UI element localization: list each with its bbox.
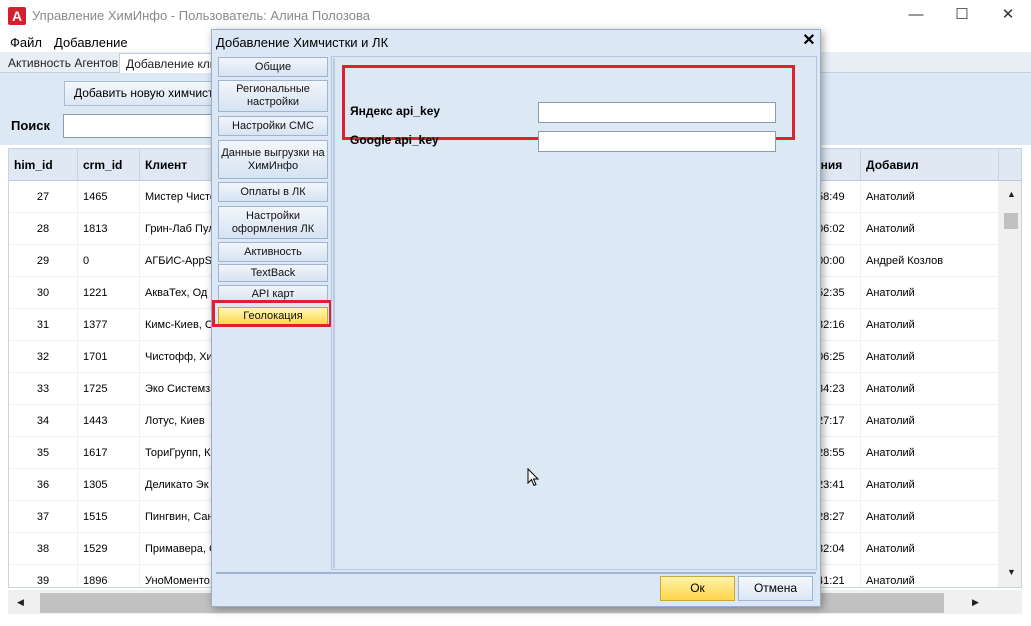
cell-crm-id: 1377 [78,309,140,341]
google-api-key-input[interactable] [538,131,776,152]
cell-crm-id: 1725 [78,373,140,405]
maximize-button[interactable]: ☐ [939,0,985,32]
cell-added-by: Анатолий [861,341,999,373]
vertical-scroll-thumb[interactable] [1004,213,1018,229]
column-header-added-by[interactable]: Добавил [861,149,999,181]
cell-him-id: 38 [9,533,78,565]
dialog-content-panel: Яндекс api_key Google api_key [331,56,817,570]
cell-crm-id: 1701 [78,341,140,373]
cell-added-by: Анатолий [861,309,999,341]
menu-add[interactable]: Добавление [54,35,128,50]
search-input[interactable] [63,114,223,138]
window-titlebar: A Управление ХимИнфо - Пользователь: Али… [0,0,1031,32]
cell-him-id: 28 [9,213,78,245]
app-logo-icon: A [8,7,26,25]
cell-him-id: 36 [9,469,78,501]
cell-crm-id: 1305 [78,469,140,501]
cell-him-id: 34 [9,405,78,437]
highlight-box-nav [212,300,332,327]
tab-agent-activity[interactable]: Активность Агентов [2,53,124,73]
cell-crm-id: 0 [78,245,140,277]
cell-added-by: Анатолий [861,501,999,533]
column-header-crm-id[interactable]: crm_id [78,149,140,181]
scroll-up-arrow-icon[interactable]: ▲ [1007,189,1016,199]
cell-added-by: Анатолий [861,565,999,587]
geolocation-settings: Яндекс api_key Google api_key [333,58,813,568]
cell-him-id: 32 [9,341,78,373]
cell-crm-id: 1443 [78,405,140,437]
vertical-scrollbar[interactable]: ▲ ▼ [999,181,1021,587]
cell-him-id: 33 [9,373,78,405]
cell-him-id: 30 [9,277,78,309]
cell-added-by: Анатолий [861,277,999,309]
cell-crm-id: 1617 [78,437,140,469]
window-title: Управление ХимИнфо - Пользователь: Алина… [32,8,371,23]
cell-added-by: Анатолий [861,437,999,469]
ok-button[interactable]: Ок [660,576,735,601]
cell-him-id: 35 [9,437,78,469]
search-label: Поиск [11,118,51,133]
cell-crm-id: 1465 [78,181,140,213]
cell-him-id: 29 [9,245,78,277]
nav-sms-settings[interactable]: Настройки СМС [218,116,328,136]
nav-payments[interactable]: Оплаты в ЛК [218,182,328,202]
add-drycleaner-dialog: Добавление Химчистки и ЛК ✕ Общие Регион… [211,29,821,607]
cell-crm-id: 1896 [78,565,140,587]
cancel-button[interactable]: Отмена [738,576,813,601]
dialog-titlebar: Добавление Химчистки и ЛК ✕ [212,30,820,54]
nav-activity[interactable]: Активность [218,242,328,262]
yandex-api-key-input[interactable] [538,102,776,123]
mouse-cursor-icon [527,468,540,487]
cell-added-by: Анатолий [861,469,999,501]
nav-export-data[interactable]: Данные выгрузки на ХимИнфо [218,140,328,179]
cell-added-by: Анатолий [861,533,999,565]
cell-him-id: 27 [9,181,78,213]
google-api-key-label: Google api_key [350,133,439,147]
column-header-him-id[interactable]: him_id [9,149,78,181]
yandex-api-key-label: Яндекс api_key [350,104,441,118]
cell-crm-id: 1529 [78,533,140,565]
cell-crm-id: 1221 [78,277,140,309]
nav-design-settings[interactable]: Настройки оформления ЛК [218,206,328,239]
dialog-footer-divider [216,572,816,574]
cell-crm-id: 1813 [78,213,140,245]
dialog-close-icon[interactable]: ✕ [800,32,818,50]
nav-general[interactable]: Общие [218,57,328,77]
tab-add-client[interactable]: Добавление клие [119,53,215,73]
scroll-right-arrow-icon[interactable]: ▶ [972,597,979,608]
minimize-button[interactable]: — [893,0,939,32]
add-drycleaner-button[interactable]: Добавить новую химчистку [64,81,224,106]
cell-him-id: 31 [9,309,78,341]
cell-added-by: Анатолий [861,373,999,405]
scroll-down-arrow-icon[interactable]: ▼ [1007,567,1016,577]
cell-added-by: Анатолий [861,181,999,213]
cell-added-by: Андрей Козлов [861,245,999,277]
cell-him-id: 39 [9,565,78,587]
cell-him-id: 37 [9,501,78,533]
close-window-button[interactable]: ✕ [985,0,1031,32]
nav-textback[interactable]: TextBack [218,264,328,282]
cell-added-by: Анатолий [861,405,999,437]
nav-regional-settings[interactable]: Региональные настройки [218,80,328,112]
dialog-title: Добавление Химчистки и ЛК [216,35,389,50]
menu-file[interactable]: Файл [10,35,42,50]
scroll-left-arrow-icon[interactable]: ◀ [17,597,24,608]
cell-crm-id: 1515 [78,501,140,533]
cell-added-by: Анатолий [861,213,999,245]
